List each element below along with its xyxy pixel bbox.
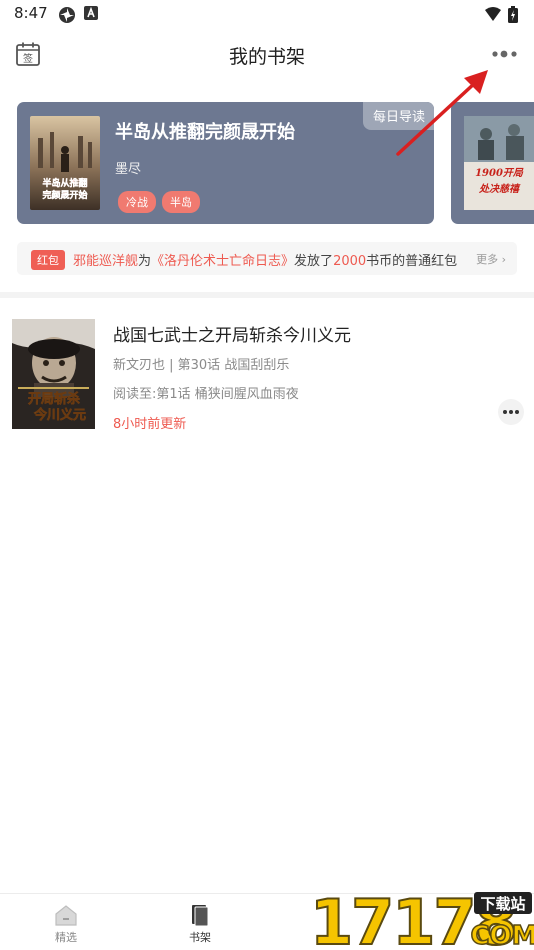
notice-more-link[interactable]: 更多 › [476,251,506,267]
reading-progress: 阅读至:第1话 桶狭间腥风血雨夜 [113,387,299,402]
notice-text-1: 为 [138,254,152,269]
list-item[interactable]: 开局斩杀 今川义元 战国七武士之开局斩杀今川义元 新文刃也 | 第30话 战国刮… [0,316,534,436]
book-meta: 新文刃也 | 第30话 战国刮刮乐 [113,358,290,373]
more-options-button[interactable] [490,42,520,66]
daily-guide-badge: 每日导读 [362,102,434,130]
tab-bookshelf[interactable]: 书架 [160,902,240,945]
watermark-tag: 下载站 [480,895,525,913]
svg-text:半岛从推翻: 半岛从推翻 [42,177,87,189]
next-featured-card[interactable]: 1900开局 处决慈禧 [451,102,534,224]
next-featured-cover[interactable]: 1900开局 处决慈禧 [464,116,534,210]
svg-text:开局斩杀: 开局斩杀 [28,391,80,407]
header: 签 我的书架 [0,34,534,74]
featured-book-card[interactable]: 半岛从推翻 完颜晟开始 半岛从推翻完颜晟开始 墨尽 冷战 半岛 每日导读 [17,102,434,224]
more-dots-icon [492,50,517,58]
featured-book-title[interactable]: 半岛从推翻完颜晟开始 [115,118,295,144]
tag-chip[interactable]: 冷战 [118,191,156,213]
page-title: 我的书架 [228,46,305,68]
app-a-icon [84,6,98,20]
ellipsis-icon [503,410,519,414]
notice-text-3: 书币的普通红包 [366,254,458,269]
notice-user[interactable]: 邪能巡洋舰 [73,254,138,269]
book-cover[interactable]: 开局斩杀 今川义元 [12,319,95,429]
section-divider [0,292,534,298]
notice-book[interactable]: 《洛丹伦术士亡命日志》 [151,254,294,269]
book-title[interactable]: 战国七武士之开局斩杀今川义元 [113,321,351,346]
wifi-icon [485,7,501,21]
svg-text:今川义元: 今川义元 [33,407,86,423]
red-packet-badge: 红包 [31,250,65,270]
tab-featured-label: 精选 [55,931,77,944]
notice-text: 邪能巡洋舰为《洛丹伦术士亡命日志》发放了2000书币的普通红包 [73,250,457,269]
featured-book-author: 墨尽 [115,162,142,177]
pinwheel-icon [59,7,75,23]
site-watermark-logo: 17178 下载站 COM [309,886,534,950]
tab-bookshelf-label: 书架 [189,931,211,944]
tab-featured[interactable]: 精选 [26,902,106,945]
svg-text:处决慈禧: 处决慈禧 [478,183,521,195]
svg-text:完颜晟开始: 完颜晟开始 [42,189,87,201]
notice-amount: 2000 [333,254,367,269]
item-more-button[interactable] [498,399,524,425]
featured-tags: 冷战 半岛 [118,191,200,213]
status-bar: 8:47 [0,0,534,28]
bookshelf-icon [192,905,209,927]
notice-more-label: 更多 [476,253,499,266]
status-time: 8:47 [14,4,48,22]
featured-book-cover[interactable]: 半岛从推翻 完颜晟开始 [30,116,100,210]
battery-icon [508,6,518,23]
home-icon [55,905,77,926]
chevron-right-icon: › [498,253,506,266]
tag-chip[interactable]: 半岛 [162,191,200,213]
update-status: 8小时前更新 [113,417,187,432]
red-packet-notice[interactable]: 红包 邪能巡洋舰为《洛丹伦术士亡命日志》发放了2000书币的普通红包 更多 › [17,242,517,275]
watermark-domain: COM [470,921,534,950]
svg-text:1900开局: 1900开局 [475,167,524,179]
notice-text-2: 发放了 [294,254,334,269]
